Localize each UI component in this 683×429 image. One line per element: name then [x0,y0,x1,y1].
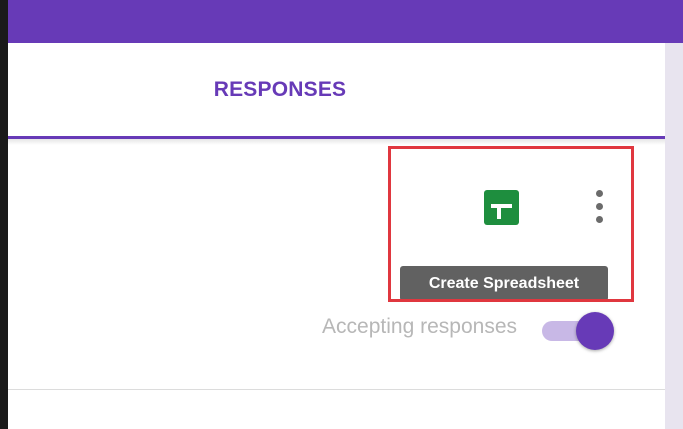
tab-responses[interactable]: RESPONSES [180,78,380,108]
app-header-bar [8,0,683,43]
window-edge [0,0,8,429]
tabs-shadow [8,139,665,145]
annotation-highlight-box [388,146,634,302]
page-background [665,43,683,429]
google-forms-responses-view: RESPONSES Create Spreadsheet Accepting r… [0,0,683,429]
accepting-responses-label: Accepting responses [322,315,517,338]
accepting-responses-toggle[interactable] [540,311,620,351]
toggle-knob [576,312,614,350]
section-divider [8,389,665,390]
